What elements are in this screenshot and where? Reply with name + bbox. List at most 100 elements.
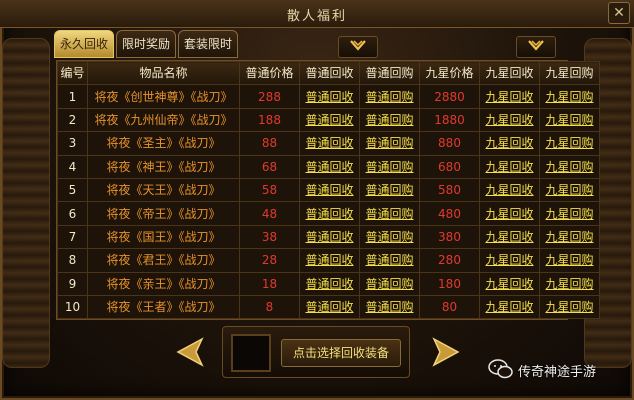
star-buyback-link[interactable]: 九星回购 [539, 154, 600, 179]
table-row: 9 将夜《亲王》《战刀》 18 普通回收 普通回购 180 九星回收 九星回购 [57, 271, 600, 296]
header-normal-buyback: 普通回购 [359, 60, 420, 86]
cell-id: 3 [57, 131, 88, 156]
chevron-down-icon [350, 40, 366, 51]
equipment-slot[interactable] [231, 334, 271, 372]
table-row: 5 将夜《天王》《战刀》 58 普通回收 普通回购 580 九星回收 九星回购 [57, 177, 600, 203]
normal-buyback-link[interactable]: 普通回购 [359, 201, 420, 226]
star-recycle-link[interactable]: 九星回收 [479, 201, 540, 226]
star-recycle-link[interactable]: 九星回收 [479, 248, 540, 273]
normal-recycle-link[interactable]: 普通回收 [299, 271, 360, 296]
cell-item-name: 将夜《神王》《战刀》 [87, 154, 240, 179]
header-normal-price: 普通价格 [239, 60, 300, 86]
cell-item-name: 将夜《九州仙帝》《战刀》 [87, 107, 240, 133]
cell-star-price: 680 [419, 154, 480, 179]
table-row: 4 将夜《神王》《战刀》 68 普通回收 普通回购 680 九星回收 九星回购 [57, 154, 600, 179]
normal-recycle-link[interactable]: 普通回收 [299, 131, 360, 156]
star-recycle-link[interactable]: 九星回收 [479, 224, 540, 250]
header-star-recycle: 九星回收 [479, 60, 540, 86]
star-recycle-link[interactable]: 九星回收 [479, 154, 540, 179]
header-normal-recycle: 普通回收 [299, 60, 360, 86]
cell-id: 4 [57, 154, 88, 179]
tab-permanent-recycle[interactable]: 永久回收 [54, 30, 114, 58]
table-row: 2 将夜《九州仙帝》《战刀》 188 普通回收 普通回购 1880 九星回收 九星回购 [57, 107, 600, 133]
close-icon[interactable]: ✕ [608, 2, 630, 24]
cell-star-price: 580 [419, 177, 480, 203]
star-buyback-link[interactable]: 九星回购 [539, 271, 600, 296]
table-header-row: 编号 物品名称 普通价格 普通回收 普通回购 九星价格 九星回收 九星回购 [57, 60, 600, 86]
table-row: 7 将夜《国王》《战刀》 38 普通回收 普通回购 380 九星回收 九星回购 [57, 224, 600, 250]
star-recycle-link[interactable]: 九星回收 [479, 107, 540, 133]
star-buyback-link[interactable]: 九星回购 [539, 201, 600, 226]
cell-item-name: 将夜《帝王》《战刀》 [87, 201, 240, 226]
cell-id: 10 [57, 294, 88, 320]
cell-id: 6 [57, 201, 88, 226]
star-recycle-link[interactable]: 九星回收 [479, 177, 540, 203]
normal-recycle-link[interactable]: 普通回收 [299, 154, 360, 179]
star-buyback-link[interactable]: 九星回购 [539, 131, 600, 156]
window-title: 散人福利 [286, 9, 347, 24]
star-recycle-link[interactable]: 九星回收 [479, 84, 540, 109]
select-recycle-equipment-button[interactable]: 点击选择回收装备 [281, 339, 401, 367]
arrow-left-icon[interactable] [174, 336, 206, 368]
recycle-table: 编号 物品名称 普通价格 普通回收 普通回购 九星价格 九星回收 九星回购 1将… [56, 60, 600, 320]
normal-recycle-link[interactable]: 普通回收 [299, 248, 360, 273]
table-row: 10 将夜《王者》《战刀》 8 普通回收 普通回购 80 九星回收 九星回购 [57, 294, 600, 320]
cell-item-name: 将夜《创世神尊》《战刀》 [87, 84, 240, 109]
star-buyback-link[interactable]: 九星回购 [539, 107, 600, 133]
tab-limited-reward[interactable]: 限时奖励 [116, 30, 176, 58]
cell-normal-price: 288 [239, 84, 300, 109]
normal-buyback-link[interactable]: 普通回购 [359, 248, 420, 273]
table-row: 6 将夜《帝王》《战刀》 48 普通回收 普通回购 480 九星回收 九星回购 [57, 201, 600, 226]
normal-buyback-link[interactable]: 普通回购 [359, 84, 420, 109]
star-buyback-link[interactable]: 九星回购 [539, 177, 600, 203]
cell-normal-price: 88 [239, 131, 300, 156]
table-row: 8 将夜《君王》《战刀》 28 普通回收 普通回购 280 九星回收 九星回购 [57, 248, 600, 273]
cell-normal-price: 38 [239, 224, 300, 250]
normal-buyback-link[interactable]: 普通回购 [359, 107, 420, 133]
cell-star-price: 880 [419, 131, 480, 156]
star-recycle-link[interactable]: 九星回收 [479, 294, 540, 320]
tab-set-limited[interactable]: 套装限时 [178, 30, 238, 58]
normal-recycle-link[interactable]: 普通回收 [299, 294, 360, 320]
cell-item-name: 将夜《国王》《战刀》 [87, 224, 240, 250]
cell-item-name: 将夜《亲王》《战刀》 [87, 271, 240, 296]
arrow-right-icon[interactable] [430, 336, 462, 368]
cell-id: 7 [57, 224, 88, 250]
star-buyback-link[interactable]: 九星回购 [539, 224, 600, 250]
star-buyback-link[interactable]: 九星回购 [539, 84, 600, 109]
header-star-price: 九星价格 [419, 60, 480, 86]
star-buyback-link[interactable]: 九星回购 [539, 248, 600, 273]
cell-normal-price: 8 [239, 294, 300, 320]
cell-star-price: 80 [419, 294, 480, 320]
star-recycle-link[interactable]: 九星回收 [479, 271, 540, 296]
normal-buyback-link[interactable]: 普通回购 [359, 294, 420, 320]
cell-normal-price: 28 [239, 248, 300, 273]
normal-recycle-link[interactable]: 普通回收 [299, 84, 360, 109]
normal-buyback-link[interactable]: 普通回购 [359, 154, 420, 179]
normal-buyback-link[interactable]: 普通回购 [359, 177, 420, 203]
cell-star-price: 280 [419, 248, 480, 273]
cell-normal-price: 48 [239, 201, 300, 226]
normal-buyback-link[interactable]: 普通回购 [359, 131, 420, 156]
cell-id: 9 [57, 271, 88, 296]
normal-recycle-link[interactable]: 普通回收 [299, 177, 360, 203]
left-dragon-ornament [2, 38, 50, 368]
title-bar: 散人福利 ✕ [0, 0, 634, 28]
table-row: 3 将夜《圣主》《战刀》 88 普通回收 普通回购 880 九星回收 九星回购 [57, 131, 600, 156]
cell-normal-price: 188 [239, 107, 300, 133]
cell-item-name: 将夜《天王》《战刀》 [87, 177, 240, 203]
watermark: 传奇神途手游 [488, 358, 628, 382]
star-dropdown-button[interactable] [516, 36, 556, 58]
normal-recycle-link[interactable]: 普通回收 [299, 224, 360, 250]
normal-buyback-link[interactable]: 普通回购 [359, 224, 420, 250]
cell-item-name: 将夜《君王》《战刀》 [87, 248, 240, 273]
header-id: 编号 [57, 60, 88, 86]
star-recycle-link[interactable]: 九星回收 [479, 131, 540, 156]
cell-id: 2 [57, 107, 88, 133]
normal-recycle-link[interactable]: 普通回收 [299, 201, 360, 226]
cell-star-price: 180 [419, 271, 480, 296]
normal-buyback-link[interactable]: 普通回购 [359, 271, 420, 296]
normal-recycle-link[interactable]: 普通回收 [299, 107, 360, 133]
normal-dropdown-button[interactable] [338, 36, 378, 58]
star-buyback-link[interactable]: 九星回购 [539, 294, 600, 320]
